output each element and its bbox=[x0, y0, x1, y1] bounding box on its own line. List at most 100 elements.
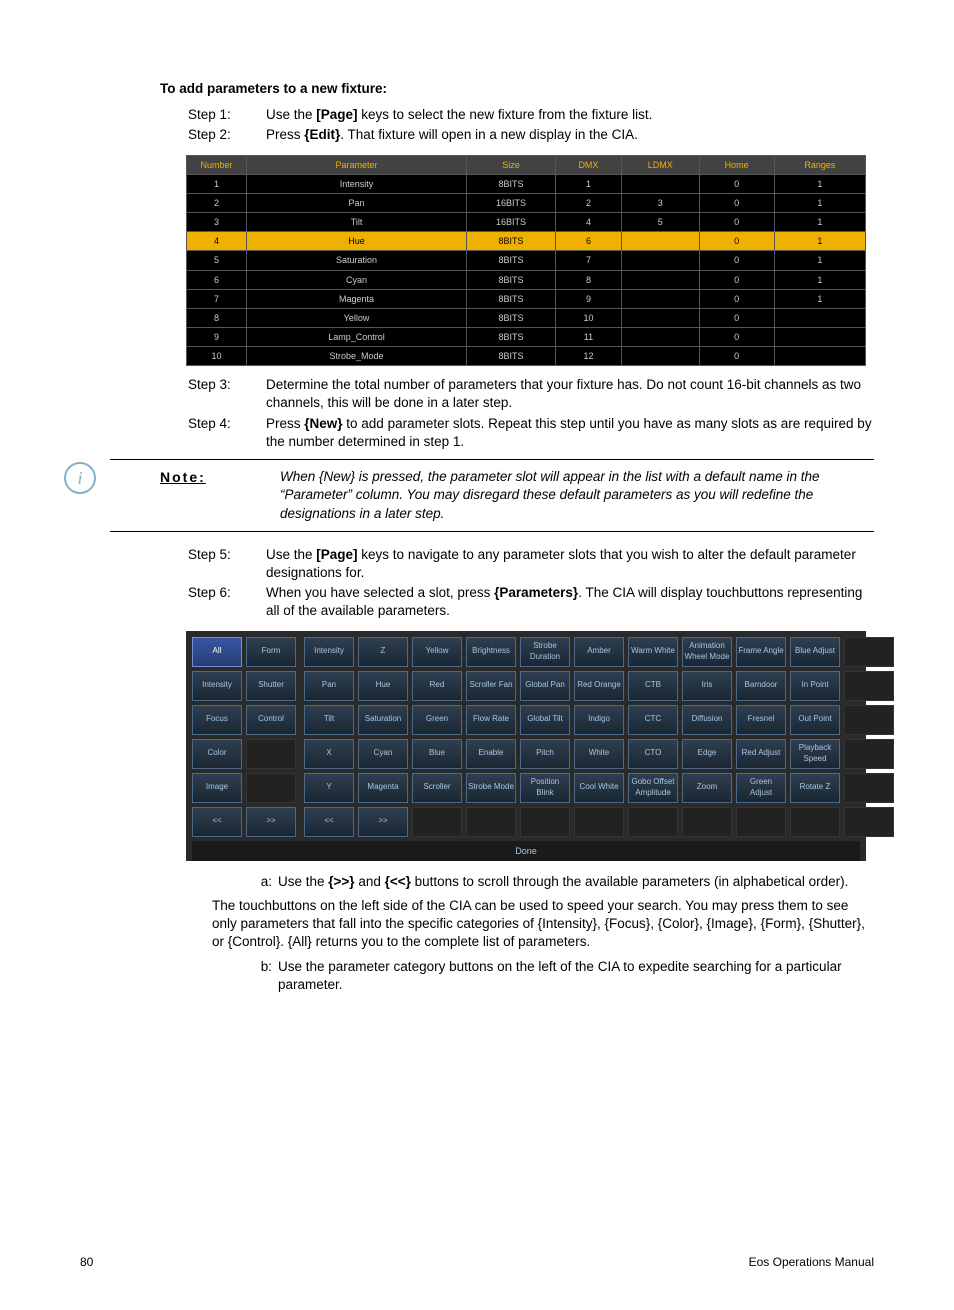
touchbutton-empty bbox=[844, 671, 894, 701]
table-row[interactable]: 3Tilt16BITS4501 bbox=[187, 213, 866, 232]
parameter-button[interactable]: Playback Speed bbox=[790, 739, 840, 769]
cell: 16BITS bbox=[467, 213, 556, 232]
parameter-button[interactable]: Strobe Duration bbox=[520, 637, 570, 667]
note-text: When {New} is pressed, the parameter slo… bbox=[280, 468, 874, 523]
cell bbox=[621, 270, 699, 289]
parameter-button[interactable]: Edge bbox=[682, 739, 732, 769]
substep-text: Use the {>>} and {<<} buttons to scroll … bbox=[278, 873, 874, 891]
category-button[interactable]: Focus bbox=[192, 705, 242, 735]
parameter-button[interactable]: Enable bbox=[466, 739, 516, 769]
category-button[interactable]: >> bbox=[246, 807, 296, 837]
table-row[interactable]: 6Cyan8BITS801 bbox=[187, 270, 866, 289]
cell bbox=[621, 327, 699, 346]
cell: Magenta bbox=[247, 289, 467, 308]
parameter-button[interactable]: Pan bbox=[304, 671, 354, 701]
parameter-button[interactable]: Cyan bbox=[358, 739, 408, 769]
parameter-button[interactable]: In Point bbox=[790, 671, 840, 701]
substep-label: a: bbox=[248, 873, 278, 891]
table-row[interactable]: 1Intensity8BITS101 bbox=[187, 174, 866, 193]
touchbutton-empty bbox=[844, 739, 894, 769]
cell: 4 bbox=[187, 232, 247, 251]
parameter-button[interactable]: CTC bbox=[628, 705, 678, 735]
parameter-button[interactable]: Barndoor bbox=[736, 671, 786, 701]
cell: 1 bbox=[187, 174, 247, 193]
parameter-button[interactable]: CTB bbox=[628, 671, 678, 701]
parameter-button[interactable]: Position Blink bbox=[520, 773, 570, 803]
parameter-button[interactable]: Amber bbox=[574, 637, 624, 667]
parameter-button[interactable]: Brightness bbox=[466, 637, 516, 667]
cell bbox=[774, 347, 865, 366]
parameter-button[interactable]: Red Orange bbox=[574, 671, 624, 701]
parameter-button[interactable]: Y bbox=[304, 773, 354, 803]
table-row[interactable]: 4Hue8BITS601 bbox=[187, 232, 866, 251]
parameter-button[interactable]: Tilt bbox=[304, 705, 354, 735]
parameter-button[interactable]: Scroller bbox=[412, 773, 462, 803]
parameter-button[interactable]: CTO bbox=[628, 739, 678, 769]
parameter-button[interactable]: Global Tilt bbox=[520, 705, 570, 735]
table-row[interactable]: 9Lamp_Control8BITS110 bbox=[187, 327, 866, 346]
table-row[interactable]: 7Magenta8BITS901 bbox=[187, 289, 866, 308]
cell: 12 bbox=[555, 347, 621, 366]
category-button[interactable]: All bbox=[192, 637, 242, 667]
parameter-button[interactable]: X bbox=[304, 739, 354, 769]
parameter-button[interactable]: Iris bbox=[682, 671, 732, 701]
parameter-button[interactable]: Global Pan bbox=[520, 671, 570, 701]
parameter-button[interactable]: Blue bbox=[412, 739, 462, 769]
parameter-button[interactable]: Indigo bbox=[574, 705, 624, 735]
category-button[interactable]: Image bbox=[192, 773, 242, 803]
parameter-button[interactable]: Green Adjust bbox=[736, 773, 786, 803]
done-button[interactable]: Done bbox=[192, 841, 860, 861]
parameter-button[interactable]: Cool White bbox=[574, 773, 624, 803]
table-row[interactable]: 10Strobe_Mode8BITS120 bbox=[187, 347, 866, 366]
cell: 1 bbox=[774, 193, 865, 212]
category-button[interactable]: << bbox=[192, 807, 242, 837]
parameter-button[interactable]: Hue bbox=[358, 671, 408, 701]
parameter-button[interactable]: Rotate Z bbox=[790, 773, 840, 803]
parameter-button[interactable]: Saturation bbox=[358, 705, 408, 735]
parameter-button[interactable]: Red Adjust bbox=[736, 739, 786, 769]
cell: 8BITS bbox=[467, 174, 556, 193]
parameter-button[interactable]: Blue Adjust bbox=[790, 637, 840, 667]
table-row[interactable]: 8Yellow8BITS100 bbox=[187, 308, 866, 327]
parameter-button[interactable]: Z bbox=[358, 637, 408, 667]
parameter-button[interactable]: Zoom bbox=[682, 773, 732, 803]
cell: 11 bbox=[555, 327, 621, 346]
parameter-button[interactable]: Animation Wheel Mode bbox=[682, 637, 732, 667]
parameter-button[interactable]: White bbox=[574, 739, 624, 769]
cell: 0 bbox=[699, 327, 774, 346]
category-button[interactable]: Intensity bbox=[192, 671, 242, 701]
parameter-button[interactable]: Warm White bbox=[628, 637, 678, 667]
page-footer: 80 Eos Operations Manual bbox=[80, 1254, 874, 1270]
steps-group-a: Step 1:Use the [Page] keys to select the… bbox=[188, 106, 874, 144]
parameter-button[interactable]: Intensity bbox=[304, 637, 354, 667]
parameter-button[interactable]: Scroller Fan bbox=[466, 671, 516, 701]
category-button[interactable]: Shutter bbox=[246, 671, 296, 701]
table-row[interactable]: 5Saturation8BITS701 bbox=[187, 251, 866, 270]
parameter-button[interactable]: Pitch bbox=[520, 739, 570, 769]
category-button[interactable]: Form bbox=[246, 637, 296, 667]
parameter-button[interactable]: >> bbox=[358, 807, 408, 837]
cell: 5 bbox=[187, 251, 247, 270]
touchbutton-empty bbox=[466, 807, 516, 837]
parameter-button[interactable]: Strobe Mode bbox=[466, 773, 516, 803]
parameter-button[interactable]: Red bbox=[412, 671, 462, 701]
category-button[interactable]: Control bbox=[246, 705, 296, 735]
parameter-button[interactable]: Fresnel bbox=[736, 705, 786, 735]
parameter-button[interactable]: Frame Angle bbox=[736, 637, 786, 667]
cell: Tilt bbox=[247, 213, 467, 232]
parameter-button[interactable]: Flow Rate bbox=[466, 705, 516, 735]
parameter-button[interactable]: Diffusion bbox=[682, 705, 732, 735]
table-row[interactable]: 2Pan16BITS2301 bbox=[187, 193, 866, 212]
parameter-button[interactable]: Yellow bbox=[412, 637, 462, 667]
cell: 0 bbox=[699, 308, 774, 327]
touchbutton-empty bbox=[736, 807, 786, 837]
cell: 5 bbox=[621, 213, 699, 232]
parameter-button[interactable]: Magenta bbox=[358, 773, 408, 803]
category-button[interactable]: Color bbox=[192, 739, 242, 769]
parameter-button[interactable]: Gobo Offset Amplitude bbox=[628, 773, 678, 803]
parameter-button[interactable]: << bbox=[304, 807, 354, 837]
cell: 8BITS bbox=[467, 251, 556, 270]
cell: 10 bbox=[187, 347, 247, 366]
parameter-button[interactable]: Green bbox=[412, 705, 462, 735]
parameter-button[interactable]: Out Point bbox=[790, 705, 840, 735]
